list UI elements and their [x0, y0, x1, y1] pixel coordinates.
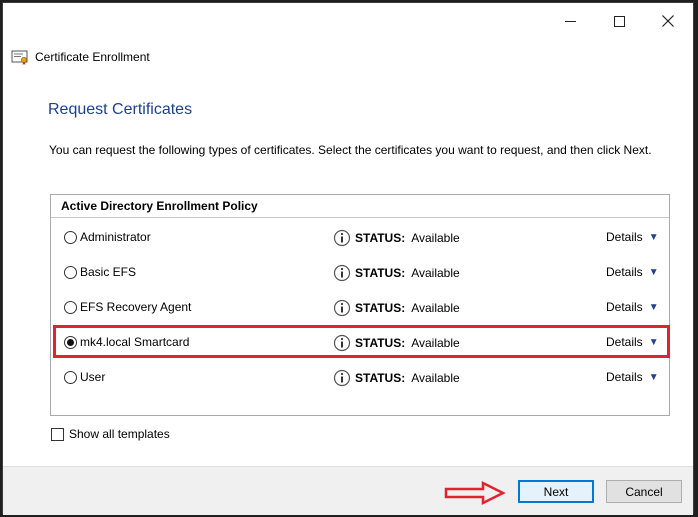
- details-label: Details: [606, 265, 643, 279]
- intro-text: You can request the following types of c…: [49, 143, 652, 157]
- app-header: Certificate Enrollment: [11, 47, 150, 67]
- chevron-down-icon: ▼: [648, 301, 659, 313]
- certificate-name: mk4.local Smartcard: [80, 335, 190, 349]
- list-item[interactable]: User STATUS: Available Details ▼: [51, 365, 669, 391]
- status-value: Available: [411, 266, 460, 280]
- info-icon: [333, 229, 351, 247]
- show-all-templates-label: Show all templates: [69, 427, 170, 441]
- status-label: STATUS:: [355, 336, 406, 350]
- details-label: Details: [606, 335, 643, 349]
- certificate-name: User: [80, 370, 106, 384]
- details-toggle[interactable]: Details ▼: [606, 265, 659, 279]
- minimize-button[interactable]: [547, 7, 593, 35]
- list-item[interactable]: Basic EFS STATUS: Available Details ▼: [51, 260, 669, 286]
- status-value: Available: [411, 231, 460, 245]
- window-title: Certificate Enrollment: [35, 50, 150, 64]
- certificate-icon: [11, 50, 28, 65]
- cancel-button[interactable]: Cancel: [606, 480, 682, 503]
- status-label: STATUS:: [355, 371, 406, 385]
- info-icon: [333, 369, 351, 387]
- minimize-icon: [564, 20, 576, 22]
- status-group: STATUS: Available: [333, 264, 460, 282]
- info-icon: [333, 299, 351, 317]
- status-label: STATUS:: [355, 301, 406, 315]
- status-label: STATUS:: [355, 231, 406, 245]
- details-toggle[interactable]: Details ▼: [606, 335, 659, 349]
- certificate-name: Administrator: [80, 230, 151, 244]
- status-group: STATUS: Available: [333, 369, 460, 387]
- enrollment-policy-list: Active Directory Enrollment Policy Admin…: [50, 194, 670, 416]
- certificate-name: Basic EFS: [80, 265, 137, 279]
- list-item[interactable]: mk4.local Smartcard STATUS: Available De…: [51, 330, 669, 356]
- show-all-templates-checkbox[interactable]: [51, 427, 64, 441]
- status-group: STATUS: Available: [333, 299, 460, 317]
- details-label: Details: [606, 370, 643, 384]
- page-title: Request Certificates: [48, 101, 193, 118]
- next-button[interactable]: Next: [518, 480, 594, 503]
- certificate-radio[interactable]: [64, 371, 77, 384]
- title-bar: [3, 3, 693, 39]
- status-value: Available: [411, 336, 460, 350]
- certificate-radio[interactable]: [64, 301, 77, 314]
- info-icon: [333, 264, 351, 282]
- details-label: Details: [606, 300, 643, 314]
- chevron-down-icon: ▼: [648, 336, 659, 348]
- status-label: STATUS:: [355, 266, 406, 280]
- details-toggle[interactable]: Details ▼: [606, 370, 659, 384]
- status-group: STATUS: Available: [333, 229, 460, 247]
- close-icon: [662, 15, 674, 27]
- maximize-icon: [613, 15, 625, 27]
- list-item[interactable]: EFS Recovery Agent STATUS: Available Det…: [51, 295, 669, 321]
- certificate-name: EFS Recovery Agent: [80, 300, 192, 314]
- dialog-footer: Next Cancel: [3, 466, 693, 515]
- close-button[interactable]: [645, 7, 691, 35]
- status-value: Available: [411, 371, 460, 385]
- details-toggle[interactable]: Details ▼: [606, 300, 659, 314]
- info-icon: [333, 334, 351, 352]
- maximize-button[interactable]: [596, 7, 642, 35]
- chevron-down-icon: ▼: [648, 231, 659, 243]
- list-item[interactable]: Administrator STATUS: Available Details …: [51, 225, 669, 251]
- certificate-enrollment-window: Certificate Enrollment Request Certifica…: [2, 2, 694, 515]
- details-label: Details: [606, 230, 643, 244]
- policy-header: Active Directory Enrollment Policy: [51, 195, 669, 218]
- certificate-radio[interactable]: [64, 231, 77, 244]
- chevron-down-icon: ▼: [648, 266, 659, 278]
- certificate-radio[interactable]: [64, 266, 77, 279]
- certificate-radio[interactable]: [64, 336, 77, 349]
- chevron-down-icon: ▼: [648, 371, 659, 383]
- arrow-icon: [444, 480, 506, 506]
- status-group: STATUS: Available: [333, 334, 460, 352]
- details-toggle[interactable]: Details ▼: [606, 230, 659, 244]
- status-value: Available: [411, 301, 460, 315]
- show-all-templates[interactable]: Show all templates: [51, 427, 170, 441]
